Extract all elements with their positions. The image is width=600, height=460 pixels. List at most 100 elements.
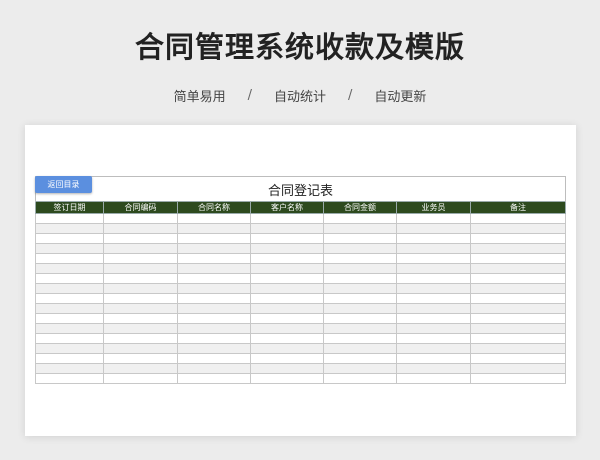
table-cell[interactable]: [469, 293, 567, 304]
table-cell[interactable]: [177, 253, 251, 264]
table-cell[interactable]: [35, 333, 104, 344]
table-cell[interactable]: [396, 363, 471, 374]
table-cell[interactable]: [177, 263, 251, 274]
table-cell[interactable]: [250, 243, 324, 254]
table-cell[interactable]: [469, 273, 567, 284]
table-cell[interactable]: [177, 243, 251, 254]
table-cell[interactable]: [323, 213, 397, 224]
table-cell[interactable]: [103, 243, 178, 254]
table-cell[interactable]: [103, 323, 178, 334]
table-cell[interactable]: [396, 213, 471, 224]
table-cell[interactable]: [103, 313, 178, 324]
table-cell[interactable]: [323, 303, 397, 314]
table-cell[interactable]: [35, 283, 104, 294]
table-cell[interactable]: [323, 243, 397, 254]
table-cell[interactable]: [323, 253, 397, 264]
back-to-index-button[interactable]: 返回目录: [35, 176, 92, 193]
table-cell[interactable]: [103, 213, 178, 224]
table-cell[interactable]: [469, 323, 567, 334]
table-cell[interactable]: [35, 303, 104, 314]
table-cell[interactable]: [177, 213, 251, 224]
table-cell[interactable]: [35, 213, 104, 224]
table-cell[interactable]: [35, 293, 104, 304]
table-cell[interactable]: [177, 223, 251, 234]
table-cell[interactable]: [396, 303, 471, 314]
table-cell[interactable]: [103, 263, 178, 274]
table-cell[interactable]: [396, 343, 471, 354]
table-cell[interactable]: [103, 363, 178, 374]
table-cell[interactable]: [250, 353, 324, 364]
table-cell[interactable]: [250, 223, 324, 234]
table-cell[interactable]: [35, 373, 104, 384]
table-cell[interactable]: [103, 333, 178, 344]
table-cell[interactable]: [396, 223, 471, 234]
table-cell[interactable]: [177, 313, 251, 324]
table-cell[interactable]: [469, 223, 567, 234]
table-cell[interactable]: [469, 353, 567, 364]
table-cell[interactable]: [323, 283, 397, 294]
table-cell[interactable]: [103, 253, 178, 264]
table-cell[interactable]: [35, 253, 104, 264]
table-cell[interactable]: [323, 223, 397, 234]
table-cell[interactable]: [177, 303, 251, 314]
table-cell[interactable]: [250, 263, 324, 274]
table-cell[interactable]: [469, 333, 567, 344]
table-cell[interactable]: [469, 233, 567, 244]
table-cell[interactable]: [396, 243, 471, 254]
table-cell[interactable]: [396, 233, 471, 244]
table-cell[interactable]: [396, 373, 471, 384]
table-cell[interactable]: [250, 373, 324, 384]
table-cell[interactable]: [469, 303, 567, 314]
table-cell[interactable]: [250, 313, 324, 324]
table-cell[interactable]: [103, 353, 178, 364]
table-cell[interactable]: [103, 293, 178, 304]
table-cell[interactable]: [177, 343, 251, 354]
table-cell[interactable]: [323, 293, 397, 304]
table-cell[interactable]: [469, 343, 567, 354]
table-cell[interactable]: [35, 313, 104, 324]
table-cell[interactable]: [35, 353, 104, 364]
table-cell[interactable]: [177, 363, 251, 374]
table-cell[interactable]: [250, 363, 324, 374]
table-cell[interactable]: [469, 213, 567, 224]
table-cell[interactable]: [323, 323, 397, 334]
table-cell[interactable]: [103, 223, 178, 234]
table-cell[interactable]: [323, 273, 397, 284]
table-cell[interactable]: [177, 323, 251, 334]
table-cell[interactable]: [469, 263, 567, 274]
table-cell[interactable]: [396, 263, 471, 274]
table-cell[interactable]: [323, 343, 397, 354]
table-cell[interactable]: [35, 363, 104, 374]
table-cell[interactable]: [250, 233, 324, 244]
table-cell[interactable]: [35, 243, 104, 254]
table-cell[interactable]: [177, 333, 251, 344]
table-cell[interactable]: [250, 343, 324, 354]
table-cell[interactable]: [35, 223, 104, 234]
table-cell[interactable]: [250, 323, 324, 334]
table-cell[interactable]: [35, 263, 104, 274]
table-cell[interactable]: [177, 373, 251, 384]
table-cell[interactable]: [469, 313, 567, 324]
table-cell[interactable]: [35, 323, 104, 334]
table-cell[interactable]: [250, 283, 324, 294]
table-cell[interactable]: [396, 323, 471, 334]
table-cell[interactable]: [323, 363, 397, 374]
table-cell[interactable]: [35, 273, 104, 284]
table-cell[interactable]: [396, 333, 471, 344]
table-cell[interactable]: [250, 293, 324, 304]
table-cell[interactable]: [177, 283, 251, 294]
table-cell[interactable]: [469, 283, 567, 294]
table-cell[interactable]: [396, 353, 471, 364]
table-cell[interactable]: [396, 253, 471, 264]
table-cell[interactable]: [323, 233, 397, 244]
table-cell[interactable]: [103, 303, 178, 314]
table-cell[interactable]: [469, 243, 567, 254]
table-cell[interactable]: [323, 313, 397, 324]
table-cell[interactable]: [250, 273, 324, 284]
table-cell[interactable]: [103, 373, 178, 384]
table-cell[interactable]: [323, 263, 397, 274]
table-cell[interactable]: [469, 363, 567, 374]
table-cell[interactable]: [250, 303, 324, 314]
table-cell[interactable]: [323, 353, 397, 364]
table-cell[interactable]: [103, 283, 178, 294]
